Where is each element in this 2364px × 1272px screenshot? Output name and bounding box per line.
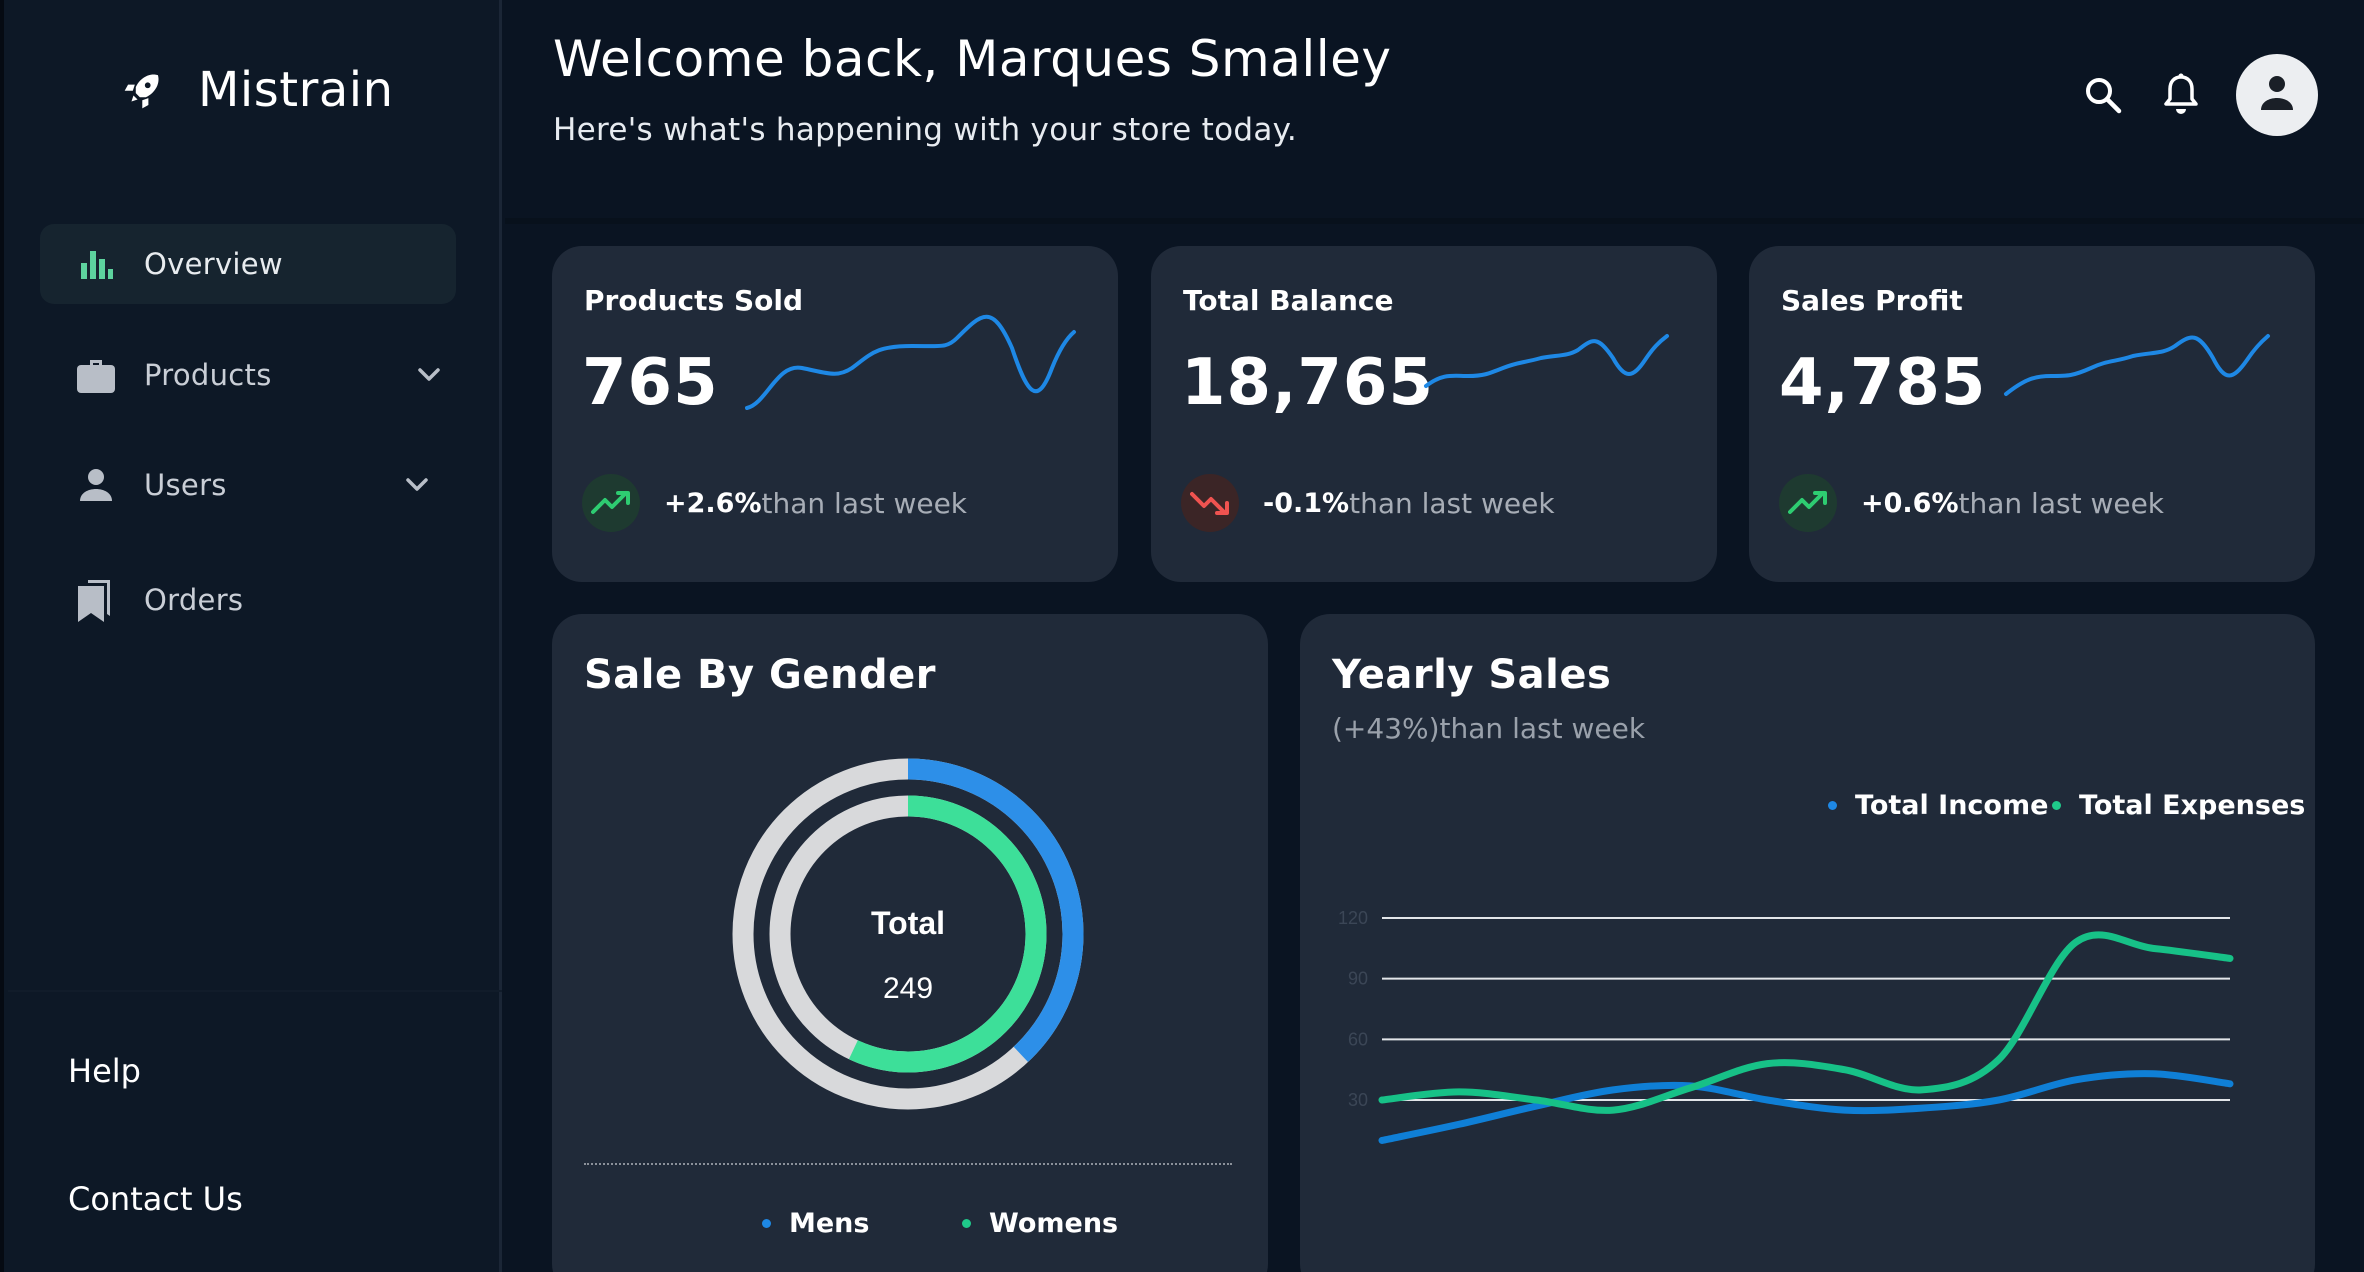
panel-title: Sale By Gender [584, 652, 936, 698]
y-tick-label: 120 [1338, 908, 1368, 928]
sidebar-item-label: Overview [144, 247, 283, 281]
trend-percent: +2.6% [664, 487, 762, 519]
stat-card-products-sold: Products Sold 765 +2.6% than last week [552, 246, 1118, 582]
gender-panel: Sale By Gender Total 249 Mens Womens [552, 614, 1268, 1272]
y-tick-label: 30 [1348, 1090, 1368, 1110]
legend-item-womens: Womens [962, 1208, 1118, 1239]
chevron-down-icon[interactable] [414, 359, 444, 393]
sidebar-item-users[interactable]: Users [40, 445, 456, 525]
trend-percent: -0.1% [1263, 487, 1350, 519]
trend: +0.6% than last week [1779, 474, 2164, 532]
sidebar-item-label: Orders [144, 583, 244, 617]
sidebar: Mistrain Overview Products Users Orders … [0, 0, 502, 1272]
yearly-sales-panel: Yearly Sales (+43%)than last week Total … [1300, 614, 2315, 1272]
avatar[interactable] [2236, 54, 2318, 136]
donut-center-label: Total [871, 905, 945, 941]
brand-name: Mistrain [198, 62, 394, 118]
series-line-total-income [1378, 1070, 2234, 1144]
legend-item-mens: Mens [762, 1208, 869, 1239]
legend-dot [762, 1219, 771, 1228]
stat-card-sales-profit: Sales Profit 4,785 +0.6% than last week [1749, 246, 2315, 582]
trending-up-icon [582, 474, 640, 532]
trend-percent: +0.6% [1861, 487, 1959, 519]
trending-up-icon [1779, 474, 1837, 532]
legend-label: Mens [789, 1208, 870, 1239]
legend-label: Womens [989, 1208, 1119, 1239]
bell-icon[interactable] [2156, 70, 2206, 120]
trend-text: than last week [1349, 486, 1555, 520]
header: Welcome back, Marques Smalley Here's wha… [505, 0, 2364, 224]
bar-chart-icon [76, 244, 116, 284]
search-icon[interactable] [2078, 70, 2128, 120]
stat-value: 765 [582, 346, 719, 420]
user-icon [76, 465, 116, 505]
stat-card-total-balance: Total Balance 18,765 -0.1% than last week [1151, 246, 1717, 582]
help-link[interactable]: Help [68, 1052, 141, 1090]
y-tick-label: 90 [1348, 969, 1368, 989]
legend-dot [962, 1219, 971, 1228]
stat-title: Total Balance [1183, 284, 1394, 317]
user-icon [2257, 73, 2297, 117]
trend-text: than last week [1958, 486, 2165, 520]
chevron-down-icon[interactable] [402, 469, 432, 503]
page-subtitle: Here's what's happening with your store … [553, 112, 1298, 148]
trending-down-icon [1181, 474, 1239, 532]
sidebar-item-label: Users [144, 468, 227, 502]
gender-donut-chart: Total 249 [732, 758, 1084, 1110]
contact-us-link[interactable]: Contact Us [68, 1180, 243, 1218]
rocket-icon [122, 65, 168, 115]
trend: +2.6% than last week [582, 474, 967, 532]
sparkline [745, 314, 1076, 410]
brand[interactable]: Mistrain [122, 62, 393, 118]
sidebar-item-overview[interactable]: Overview [40, 224, 456, 304]
sidebar-item-orders[interactable]: Orders [40, 560, 456, 640]
stat-value: 4,785 [1779, 346, 1987, 420]
briefcase-icon [76, 355, 116, 395]
sidebar-item-products[interactable]: Products [40, 335, 456, 415]
bookmarks-icon [76, 580, 116, 622]
stat-title: Sales Profit [1781, 284, 1963, 317]
sidebar-divider [8, 990, 502, 992]
trend-text: than last week [761, 486, 968, 520]
sidebar-item-label: Products [144, 358, 272, 392]
y-tick-label: 60 [1348, 1029, 1368, 1049]
divider [584, 1163, 1232, 1165]
page-title: Welcome back, Marques Smalley [553, 30, 1392, 88]
yearly-sales-line-chart: 30 60 90 120 [1338, 908, 2234, 1144]
sparkline [1424, 334, 1669, 388]
trend: -0.1% than last week [1181, 474, 1555, 532]
sparkline [2004, 334, 2270, 396]
donut-center-value: 249 [883, 972, 933, 1005]
stat-value: 18,765 [1181, 346, 1434, 420]
series-line-total-expenses [1378, 931, 2234, 1114]
